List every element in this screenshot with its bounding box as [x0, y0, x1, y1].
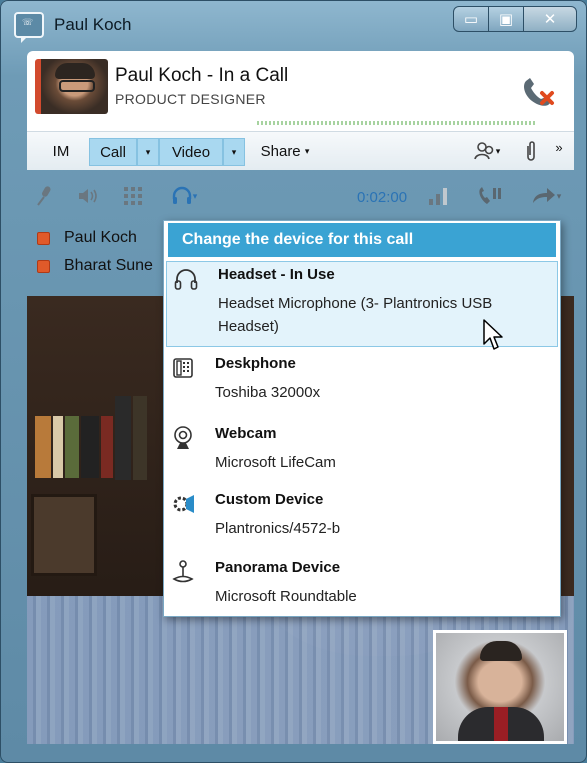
book — [35, 416, 51, 478]
people-icon — [473, 142, 494, 160]
transfer-button[interactable]: ▾ — [523, 182, 569, 210]
device-title: Webcam — [215, 425, 277, 442]
share-menu[interactable]: Share ▾ — [253, 138, 317, 164]
chevron-down-icon: ▾ — [495, 145, 501, 156]
dialpad-button[interactable] — [119, 182, 147, 210]
book — [81, 416, 99, 478]
signal-strip — [257, 121, 537, 125]
signal-bars-icon — [429, 188, 447, 205]
headset-icon — [172, 186, 191, 204]
book — [65, 416, 79, 478]
chevron-down-icon: ▾ — [556, 190, 562, 201]
attach-button[interactable] — [521, 138, 541, 164]
call-timer: 0:02:00 — [357, 189, 408, 206]
device-subtitle: Toshiba 32000x — [215, 384, 321, 401]
device-option-deskphone[interactable]: Deskphone Toshiba 32000x — [164, 351, 560, 413]
forward-arrow-icon — [532, 188, 555, 203]
call-menu-caret[interactable]: ▾ — [137, 138, 159, 166]
avatar-hair — [55, 63, 95, 79]
video-menu-caret[interactable]: ▾ — [223, 138, 245, 166]
call-tab[interactable]: Call — [89, 138, 137, 166]
hang-up-icon — [524, 78, 554, 106]
participant-name: Bharat Sune — [64, 257, 153, 274]
contact-header: Paul Koch - In a Call PRODUCT DESIGNER — [27, 51, 574, 131]
chevron-down-icon: ▾ — [145, 146, 151, 157]
minimize-button[interactable]: ▭ — [453, 6, 489, 32]
window-controls: ▭ ▣ ✕ — [453, 6, 577, 32]
device-menu-header: Change the device for this call — [168, 223, 556, 257]
contact-role: PRODUCT DESIGNER — [115, 91, 266, 107]
deskphone-icon — [170, 355, 196, 381]
call-window: ☏ Paul Koch ▭ ▣ ✕ Paul Koch - In a Call … — [0, 0, 587, 763]
device-subtitle: Plantronics/4572-b — [215, 520, 341, 537]
device-option-panorama[interactable]: Panorama Device Microsoft Roundtable — [164, 555, 560, 613]
speaker-icon — [79, 189, 97, 203]
avatar[interactable] — [35, 59, 108, 114]
mute-button[interactable] — [31, 182, 59, 210]
maximize-button[interactable]: ▣ — [488, 6, 524, 32]
chevron-down-icon: ▾ — [192, 190, 198, 201]
device-title: Custom Device — [215, 491, 324, 508]
participant-item[interactable]: Paul Koch — [37, 226, 137, 250]
device-menu-button[interactable]: ▾ — [161, 182, 207, 210]
contact-name-status: Paul Koch - In a Call — [115, 65, 289, 86]
participant-list: Paul Koch Bharat Sune — [27, 222, 177, 286]
window-title: Paul Koch — [54, 15, 132, 34]
close-button[interactable]: ✕ — [523, 6, 577, 32]
im-tab[interactable]: IM — [41, 138, 81, 164]
headset-icon — [173, 266, 199, 292]
device-title: Headset - In Use — [218, 266, 335, 283]
mouse-pointer-icon — [483, 319, 503, 350]
device-option-custom[interactable]: Custom Device Plantronics/4572-b — [164, 487, 560, 549]
device-title: Deskphone — [215, 355, 296, 372]
webcam-icon — [170, 425, 196, 451]
device-option-webcam[interactable]: Webcam Microsoft LifeCam — [164, 421, 560, 483]
more-options-button[interactable]: » — [549, 134, 569, 160]
speaker-volume-button[interactable] — [75, 182, 103, 210]
book — [101, 416, 113, 478]
phone-hold-icon — [479, 187, 501, 204]
participant-name: Paul Koch — [64, 229, 137, 246]
participants-menu[interactable]: ▾ — [467, 138, 507, 164]
device-selection-menu: Change the device for this call Headset … — [163, 220, 561, 617]
device-title: Panorama Device — [215, 559, 341, 576]
avatar-glasses — [59, 80, 95, 92]
picture-frame — [31, 494, 97, 576]
self-view-video[interactable] — [433, 630, 567, 744]
book — [133, 396, 147, 480]
presence-icon — [37, 231, 50, 245]
dialpad-icon — [124, 187, 142, 205]
self-view-hair — [480, 641, 522, 661]
hang-up-button[interactable] — [518, 71, 558, 111]
device-subtitle: Microsoft LifeCam — [215, 454, 336, 471]
device-subtitle: Microsoft Roundtable — [215, 588, 357, 605]
paperclip-icon — [527, 141, 535, 161]
presence-icon — [37, 259, 50, 273]
conversation-toolbar: IM Call ▾ Video ▾ Share ▾ ▾ » — [27, 131, 574, 170]
call-controls: ▾ 0:02:00 ▾ — [27, 176, 574, 218]
video-tab[interactable]: Video — [159, 138, 223, 166]
panorama-device-icon — [170, 559, 196, 585]
share-label: Share — [260, 142, 301, 160]
participant-item[interactable]: Bharat Sune — [37, 254, 153, 278]
book — [53, 416, 63, 478]
book — [115, 396, 131, 480]
chevron-down-icon: ▾ — [231, 146, 237, 157]
chat-app-icon: ☏ — [14, 12, 44, 43]
custom-device-icon — [170, 491, 196, 517]
call-quality-indicator — [425, 182, 451, 210]
microphone-icon — [37, 186, 51, 206]
title-bar[interactable]: ☏ Paul Koch ▭ ▣ ✕ — [0, 0, 587, 46]
hold-button[interactable] — [473, 182, 507, 210]
self-view-tie — [494, 707, 508, 741]
chevron-down-icon: ▾ — [304, 145, 310, 156]
